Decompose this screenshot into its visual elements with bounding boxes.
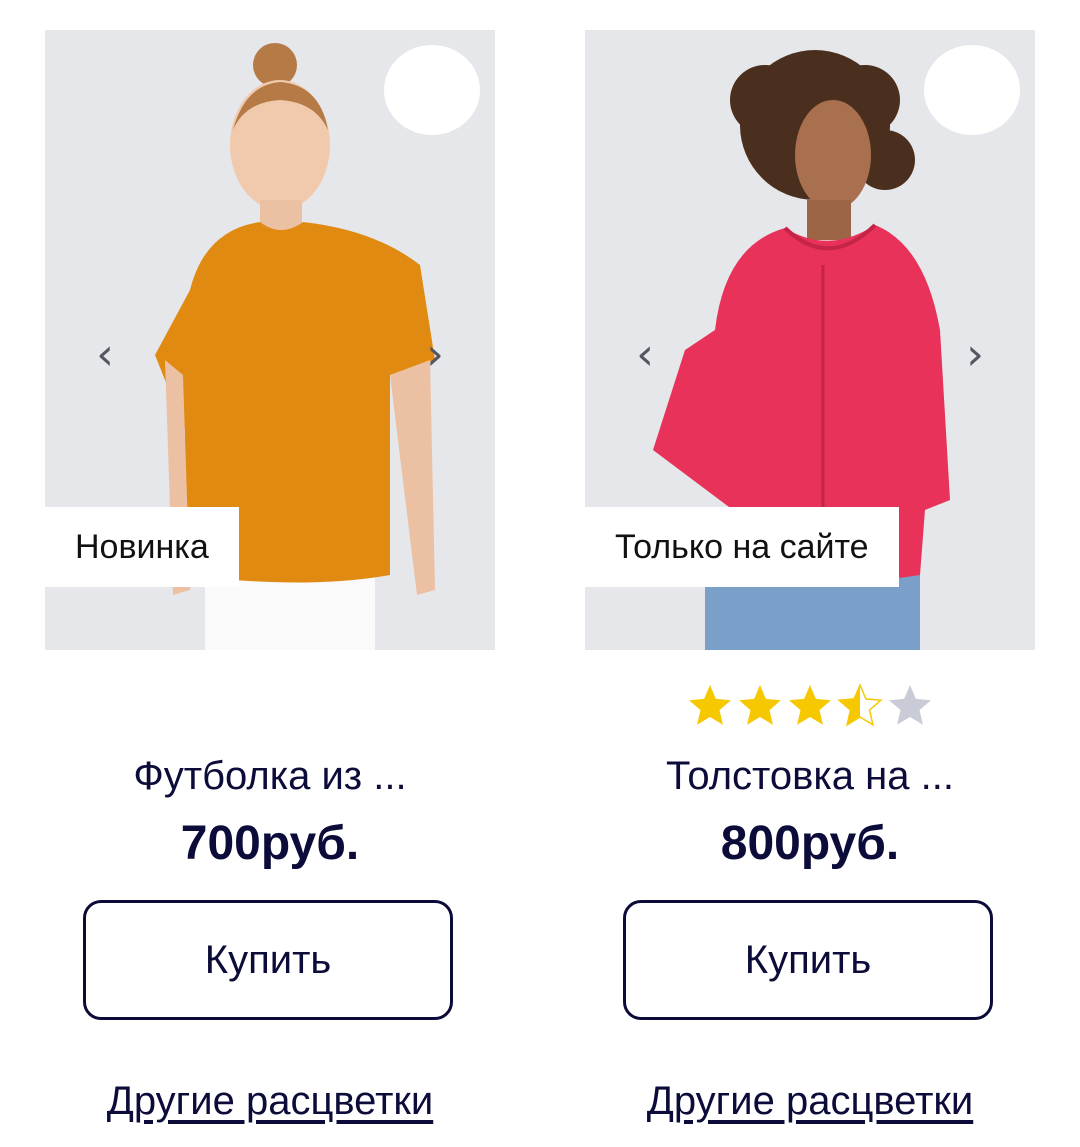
star-filled-icon (789, 685, 831, 725)
chevron-left-icon[interactable]: ‹ (90, 330, 120, 380)
chevron-right-icon[interactable]: › (960, 330, 990, 380)
product-image-carousel[interactable]: ‹ › Новинка (45, 30, 495, 650)
other-colors-link[interactable]: Другие расцветки (585, 1073, 1035, 1129)
star-filled-icon (739, 685, 781, 725)
favorite-button[interactable] (384, 45, 480, 135)
chevron-left-icon[interactable]: ‹ (630, 330, 660, 380)
product-title[interactable]: Футболка из ... (45, 748, 495, 804)
product-badge: Только на сайте (585, 507, 899, 587)
product-title[interactable]: Толстовка на ... (585, 748, 1035, 804)
product-price: 700руб. (180, 817, 360, 870)
product-image-carousel[interactable]: ‹ › Только на сайте (585, 30, 1035, 650)
chevron-right-icon[interactable]: › (420, 330, 450, 380)
star-half-icon (837, 683, 883, 727)
product-card: ‹ › Новинка Футболка из ... 700руб. Купи… (45, 30, 495, 1140)
star-empty-icon (889, 685, 931, 725)
other-colors-link[interactable]: Другие расцветки (45, 1073, 495, 1129)
buy-button[interactable]: Купить (83, 900, 453, 1020)
buy-button[interactable]: Купить (623, 900, 993, 1020)
product-badge: Новинка (45, 507, 239, 587)
star-filled-icon (689, 685, 731, 725)
product-card: ‹ › Только на сайте Толстовка на ... 800… (585, 30, 1035, 1140)
product-price: 800руб. (720, 817, 900, 870)
rating-stars (689, 683, 931, 727)
star-rating (585, 682, 1035, 732)
favorite-button[interactable] (924, 45, 1020, 135)
product-grid: ‹ › Новинка Футболка из ... 700руб. Купи… (0, 0, 1080, 1147)
